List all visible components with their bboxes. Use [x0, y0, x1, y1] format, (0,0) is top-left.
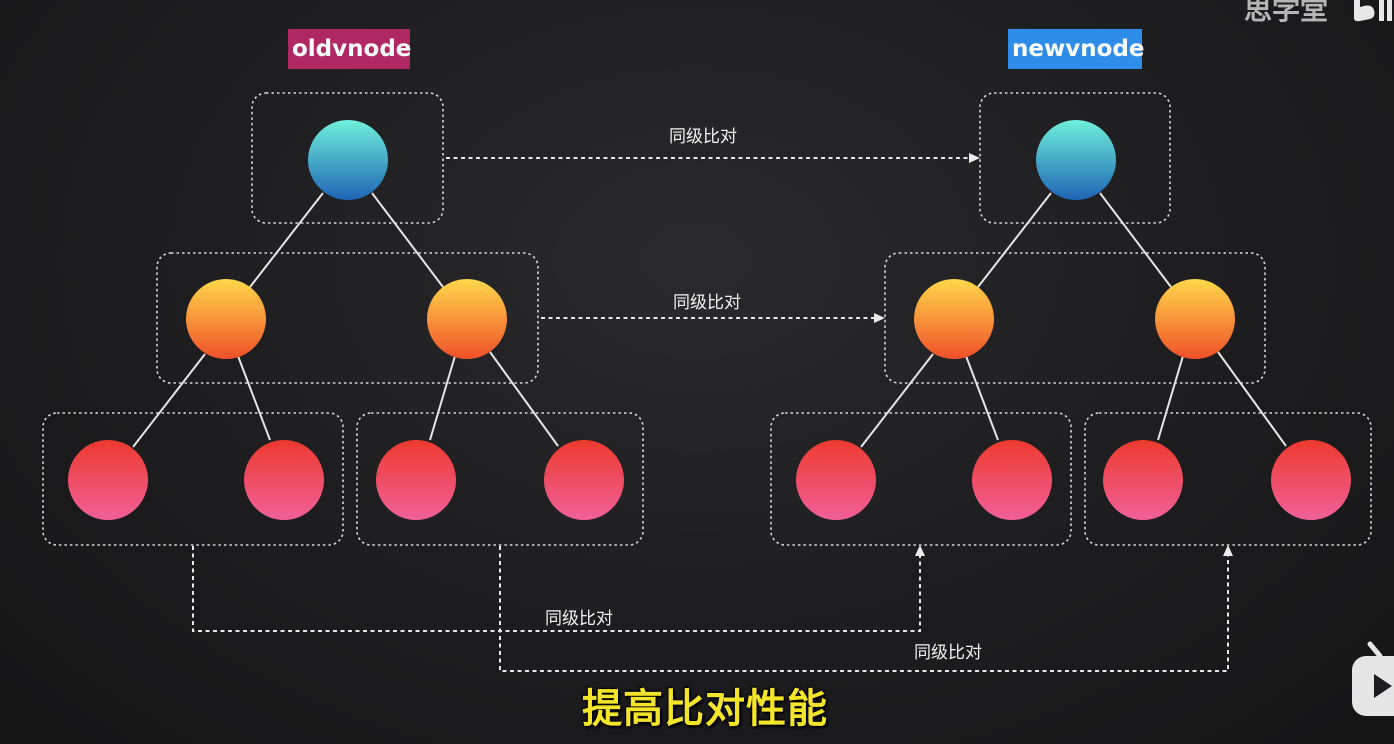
compare-label-level2: 同级比对 [673, 293, 741, 313]
edge [977, 192, 1052, 288]
edge [371, 192, 444, 288]
comparison-arrows [192, 157, 1229, 672]
new-leaf-node-1 [796, 440, 876, 520]
new-leaf-node-4 [1271, 440, 1351, 520]
edge [489, 351, 559, 447]
edge [237, 355, 271, 441]
arrow-head [1223, 545, 1233, 556]
slide-canvas: oldvnode newvnode 同级比对 同级比对 同级比对 同级比对 提高… [0, 0, 1394, 744]
channel-watermark: 思学堂 [1244, 0, 1329, 26]
old-leaf-node-4 [544, 440, 624, 520]
edge [1217, 351, 1287, 447]
arrow-head [915, 545, 925, 556]
arrow-head [969, 153, 980, 163]
old-leaf-node-1 [68, 440, 148, 520]
new-mid-node-right [1155, 279, 1235, 359]
edge [860, 353, 934, 448]
bilibili-logo-icon [1354, 0, 1392, 22]
edge [1157, 355, 1184, 441]
new-root-node [1036, 120, 1116, 200]
edge [965, 355, 999, 441]
old-vnode-tag: oldvnode [288, 29, 411, 69]
edge [132, 353, 206, 448]
compare-label-left-leaves: 同级比对 [545, 609, 613, 629]
compare-label-root: 同级比对 [669, 127, 737, 147]
video-subtitle: 提高比对性能 [582, 686, 828, 732]
arrow-head [874, 313, 885, 323]
edge [249, 192, 324, 288]
old-tree-nodes [68, 120, 624, 520]
old-root-node [308, 120, 388, 200]
new-leaf-node-3 [1103, 440, 1183, 520]
compare-label-right-leaves: 同级比对 [914, 643, 982, 663]
edge [1099, 192, 1172, 288]
edge [429, 355, 456, 441]
new-vnode-tag: newvnode [1008, 29, 1144, 69]
new-leaf-node-2 [972, 440, 1052, 520]
old-mid-node-left [186, 279, 266, 359]
old-mid-node-right [427, 279, 507, 359]
new-mid-node-left [914, 279, 994, 359]
vnode-diff-diagram [42, 92, 1372, 672]
bilibili-tv-icon [1352, 641, 1394, 716]
old-leaf-node-3 [376, 440, 456, 520]
old-leaf-node-2 [244, 440, 324, 520]
